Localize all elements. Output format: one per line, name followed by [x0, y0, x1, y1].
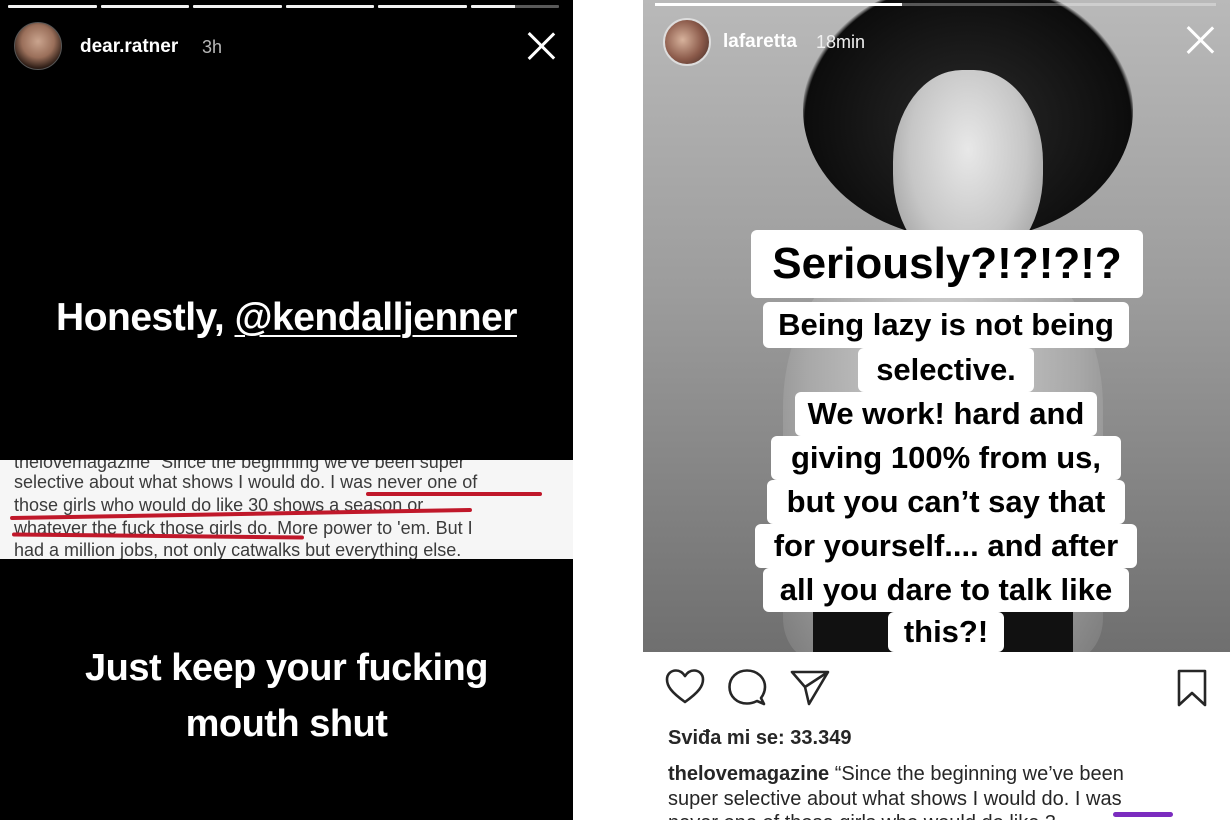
caption-line: Being lazy is not being — [763, 302, 1129, 348]
story-username[interactable]: lafaretta — [723, 31, 797, 53]
caption-text: “Since the beginning we’ve been — [829, 763, 1124, 785]
avatar[interactable] — [663, 18, 711, 66]
caption-title: Seriously?!?!?!? — [751, 230, 1143, 298]
caption-line: selective. — [858, 348, 1034, 392]
caption-line: this?! — [888, 612, 1004, 652]
right-story: lafaretta 18min Seriously?!?!?!? Being l… — [643, 0, 1230, 820]
caption-line: all you dare to talk like — [763, 568, 1129, 612]
caption-username[interactable]: thelovemagazine — [668, 763, 829, 785]
caption-line: but you can’t say that — [767, 480, 1125, 524]
story-timestamp: 18min — [816, 32, 866, 52]
headline-text: Honestly, — [56, 296, 235, 339]
story-timestamp: 3h — [202, 37, 223, 57]
like-count[interactable]: Sviđa mi se: 33.349 — [668, 727, 851, 750]
close-icon[interactable] — [526, 31, 556, 61]
story-progress-bar — [8, 5, 559, 8]
progress-segment — [193, 5, 282, 8]
mention-link[interactable]: @kendalljenner — [235, 296, 518, 339]
quoted-caption-screenshot: thelovemagazine “Since the beginning we'… — [0, 460, 573, 559]
caption-line: We work! hard and — [795, 392, 1097, 436]
story-username[interactable]: dear.ratner — [80, 36, 178, 58]
post-caption-line: super selective about what shows I would… — [668, 788, 1122, 810]
story-progress-bar — [655, 3, 1216, 6]
post-caption-line: thelovemagazine “Since the beginning we’… — [668, 763, 1124, 786]
progress-segment — [100, 5, 189, 8]
avatar[interactable] — [14, 22, 62, 70]
quote-line: selective about what shows I would do. I… — [14, 472, 478, 492]
close-icon[interactable] — [1185, 25, 1215, 55]
bookmark-icon[interactable] — [1175, 668, 1209, 708]
story-closing-text: Just keep your fucking mouth shut — [0, 640, 573, 752]
progress-segment — [8, 5, 97, 8]
caption-line: for yourself.... and after — [755, 524, 1137, 568]
caption-line: giving 100% from us, — [771, 436, 1121, 480]
quote-line: had a million jobs, not only catwalks bu… — [14, 540, 462, 559]
progress-segment-current — [470, 5, 559, 8]
left-story: dear.ratner 3h Honestly, @kendalljenner … — [0, 0, 573, 820]
heart-icon[interactable] — [665, 668, 705, 706]
purple-underline-mark — [1113, 812, 1173, 817]
comment-icon[interactable] — [727, 668, 767, 708]
closing-line: Just keep your fucking — [85, 647, 488, 689]
send-icon[interactable] — [789, 668, 831, 708]
progress-segment — [285, 5, 374, 8]
closing-line: mouth shut — [185, 703, 388, 745]
post-caption-line: never one of those girls who would do li… — [668, 812, 1056, 820]
red-underline-mark — [366, 492, 542, 496]
progress-segment — [378, 5, 467, 8]
story-headline: Honestly, @kendalljenner — [0, 296, 573, 340]
